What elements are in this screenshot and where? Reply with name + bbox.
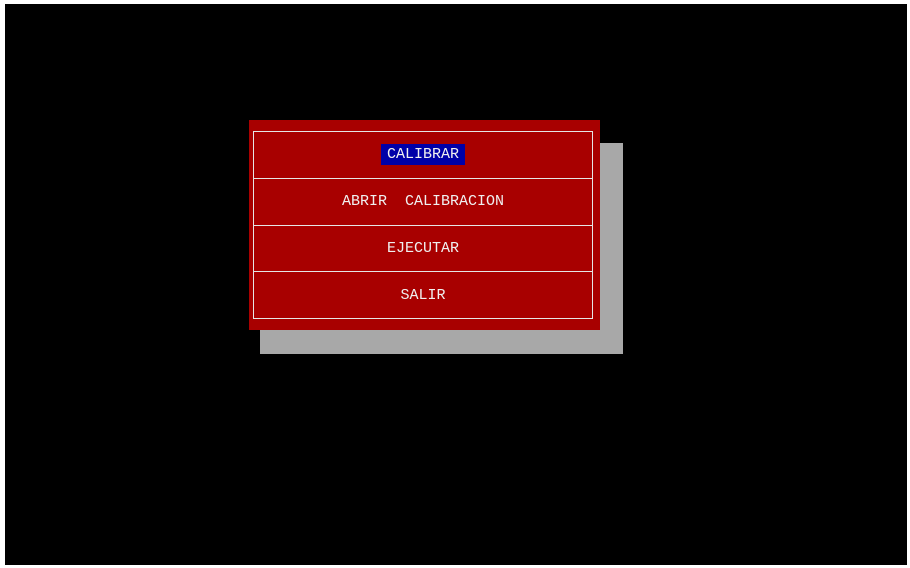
menu-item-salir[interactable]: SALIR xyxy=(254,272,592,318)
dos-screen: CALIBRAR ABRIR CALIBRACION EJECUTAR SALI… xyxy=(5,4,907,565)
menu-item-label: EJECUTAR xyxy=(386,239,459,257)
menu-item-label: CALIBRAR xyxy=(380,144,465,166)
menu-frame: CALIBRAR ABRIR CALIBRACION EJECUTAR SALI… xyxy=(253,131,593,319)
menu-item-label: ABRIR CALIBRACION xyxy=(341,193,505,211)
menu-item-calibrar[interactable]: CALIBRAR xyxy=(254,132,592,179)
menu-item-abrir-calibracion[interactable]: ABRIR CALIBRACION xyxy=(254,179,592,226)
menu-item-label: SALIR xyxy=(400,286,446,304)
menu-item-ejecutar[interactable]: EJECUTAR xyxy=(254,226,592,273)
main-menu: CALIBRAR ABRIR CALIBRACION EJECUTAR SALI… xyxy=(249,120,600,330)
